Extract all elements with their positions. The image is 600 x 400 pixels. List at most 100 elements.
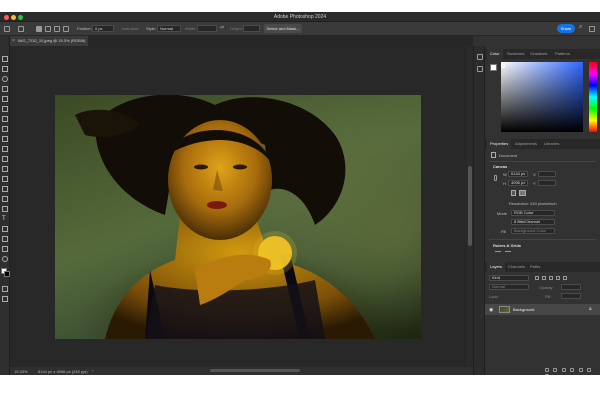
mode-select[interactable]: RGB Color <box>511 210 555 216</box>
trash-icon[interactable] <box>545 374 549 375</box>
orientation-portrait-icon[interactable] <box>511 190 516 196</box>
lock-icon[interactable]: 🔒︎ <box>589 306 592 312</box>
screen-mode-icon[interactable] <box>2 296 8 302</box>
swap-icon[interactable]: ⇄ <box>220 25 226 31</box>
filter-shape-icon[interactable] <box>556 276 560 280</box>
tab-gradients[interactable]: Gradients <box>527 49 550 59</box>
zoom-tool-icon[interactable] <box>2 256 8 262</box>
properties-panel-tabs: Properties Adjustments Libraries <box>485 139 600 149</box>
close-tab-icon[interactable]: × <box>12 36 15 46</box>
crop-tool-icon[interactable] <box>2 96 8 102</box>
visibility-eye-icon[interactable]: ◉ <box>489 307 493 313</box>
status-arrow-icon[interactable]: › <box>92 368 93 373</box>
hue-slider[interactable] <box>589 62 597 132</box>
canvas-area[interactable] <box>10 46 467 367</box>
document-tab[interactable]: × IMG_7232_10.jpeg @ 15.3% (RGB/8) <box>10 36 88 46</box>
path-select-tool-icon[interactable] <box>2 226 8 232</box>
workspace-icon[interactable] <box>589 26 595 32</box>
new-layer-icon[interactable] <box>586 368 591 372</box>
move-tool-icon[interactable] <box>2 56 8 62</box>
quick-mask-icon[interactable] <box>2 286 8 292</box>
tab-color[interactable]: Color <box>487 49 503 59</box>
healing-brush-tool-icon[interactable] <box>2 126 8 132</box>
x-field[interactable] <box>538 171 556 177</box>
dodge-tool-icon[interactable] <box>2 196 8 202</box>
width-field[interactable]: 6144 px <box>508 171 528 177</box>
filter-adjustment-icon[interactable] <box>542 276 546 280</box>
history-panel-icon[interactable] <box>477 54 483 60</box>
grid-toggle-icon[interactable] <box>505 251 511 252</box>
intersect-selection-icon[interactable] <box>63 26 69 32</box>
document-image[interactable] <box>55 95 421 339</box>
layer-row-background[interactable]: ◉ Background 🔒︎ <box>485 304 600 315</box>
tab-paths[interactable]: Paths <box>527 262 543 272</box>
eyedropper-tool-icon[interactable] <box>2 116 8 122</box>
y-field[interactable] <box>538 180 556 186</box>
color-picker-field[interactable] <box>501 62 583 132</box>
fill-opacity-field[interactable] <box>561 293 581 299</box>
zoom-level[interactable]: 15.33% <box>14 369 28 374</box>
height-field[interactable]: 4096 px <box>508 180 528 186</box>
tab-channels[interactable]: Channels <box>505 262 528 272</box>
rectangle-tool-icon[interactable] <box>2 236 8 242</box>
add-selection-icon[interactable] <box>45 26 51 32</box>
brush-settings-icon[interactable] <box>477 66 483 72</box>
portrait-photo <box>75 95 375 339</box>
filter-pixel-icon[interactable] <box>535 276 539 280</box>
marquee-tool-icon[interactable] <box>2 66 8 72</box>
lasso-tool-icon[interactable] <box>2 76 8 82</box>
bits-select[interactable]: 8 Bits/Channel <box>511 219 555 225</box>
rulers-grids-section-title[interactable]: Rulers & Grids <box>493 243 521 248</box>
orientation-landscape-icon[interactable] <box>519 190 526 196</box>
search-icon[interactable]: ⌕ <box>579 24 582 31</box>
quick-select-tool-icon[interactable] <box>2 86 8 92</box>
horizontal-scroll-thumb[interactable] <box>210 369 300 372</box>
tab-layers[interactable]: Layers <box>487 262 506 272</box>
marquee-tool-icon[interactable] <box>18 26 24 32</box>
tab-patterns[interactable]: Patterns <box>552 49 573 59</box>
clone-stamp-tool-icon[interactable] <box>2 146 8 152</box>
filter-type-icon[interactable] <box>549 276 553 280</box>
link-layers-icon[interactable] <box>545 368 549 372</box>
anti-alias-label[interactable]: Anti-alias <box>122 26 138 31</box>
share-button[interactable]: Share <box>557 24 575 33</box>
width-input[interactable] <box>197 25 217 32</box>
filter-smart-icon[interactable] <box>563 276 567 280</box>
color-picker-cursor[interactable] <box>501 64 505 68</box>
fill-select[interactable]: Background Color <box>511 228 555 234</box>
add-mask-icon[interactable] <box>561 368 566 372</box>
layer-kind-filter[interactable]: Kind <box>489 275 529 281</box>
brush-tool-icon[interactable] <box>2 136 8 142</box>
frame-tool-icon[interactable] <box>2 106 8 112</box>
panel-divider <box>489 239 596 240</box>
adjustment-layer-icon[interactable] <box>570 368 575 372</box>
group-icon[interactable] <box>578 368 583 372</box>
pen-tool-icon[interactable] <box>2 206 8 212</box>
gradient-tool-icon[interactable] <box>2 176 8 182</box>
canvas-section-title[interactable]: Canvas <box>493 164 507 169</box>
opacity-field[interactable] <box>561 284 581 290</box>
blend-mode-select[interactable]: Normal <box>489 284 529 290</box>
rulers-toggle-icon[interactable] <box>495 251 501 252</box>
style-select[interactable]: Normal <box>157 25 181 32</box>
link-icon[interactable] <box>494 175 497 181</box>
home-icon[interactable] <box>4 26 10 32</box>
blur-tool-icon[interactable] <box>2 186 8 192</box>
select-and-mask-button[interactable]: Select and Mask... <box>264 24 302 33</box>
feather-input[interactable]: 0 px <box>92 25 114 32</box>
new-selection-icon[interactable] <box>36 26 42 32</box>
tab-adjustments[interactable]: Adjustments <box>512 139 540 149</box>
tab-properties[interactable]: Properties <box>487 139 512 149</box>
fx-icon[interactable] <box>553 368 558 372</box>
layer-thumbnail <box>499 306 510 313</box>
vertical-scroll-thumb[interactable] <box>468 166 472 246</box>
eraser-tool-icon[interactable] <box>2 166 8 172</box>
tab-libraries[interactable]: Libraries <box>541 139 562 149</box>
hand-tool-icon[interactable] <box>2 246 8 252</box>
type-tool-icon[interactable]: T <box>2 216 8 222</box>
subtract-selection-icon[interactable] <box>54 26 60 32</box>
tab-swatches[interactable]: Swatches <box>504 49 527 59</box>
height-input[interactable] <box>243 25 260 32</box>
history-brush-tool-icon[interactable] <box>2 156 8 162</box>
foreground-color-swatch[interactable] <box>490 64 497 71</box>
